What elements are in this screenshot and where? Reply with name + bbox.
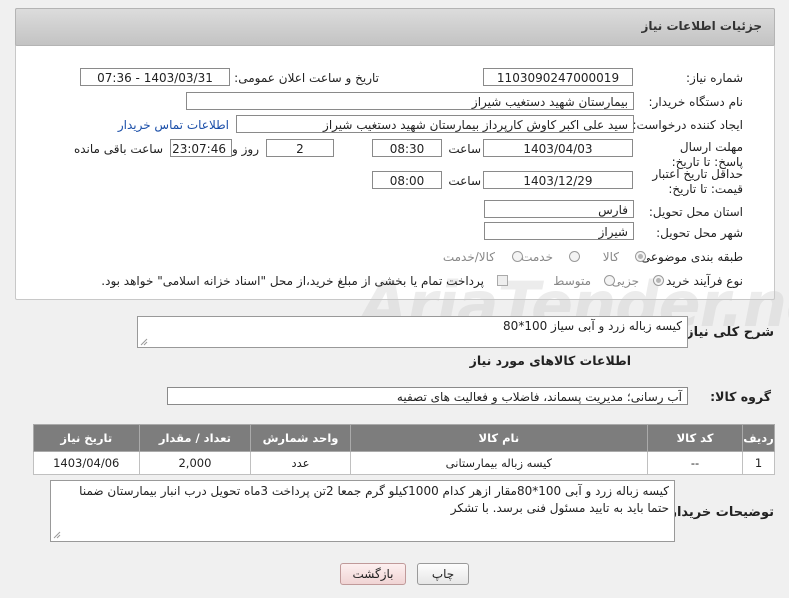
announce-label: تاریخ و ساعت اعلان عمومی: [234, 71, 379, 85]
announce-field: 1403/03/31 - 07:36 [80, 68, 230, 86]
contact-info-link[interactable]: اطلاعات تماس خریدار [118, 118, 229, 132]
province-field: فارس [484, 200, 634, 218]
category-both-radio[interactable] [512, 251, 523, 262]
goods-group-label: گروه کالا: [710, 389, 771, 404]
col-date-header: تاریخ نیاز [33, 424, 140, 452]
category-goods-label: کالا [602, 250, 619, 264]
description-label: شرح کلی نیاز: [680, 325, 774, 340]
description-textarea: کیسه زباله زرد و آبی سیاز 100*80 [137, 316, 688, 348]
cell-code: -- [647, 451, 744, 475]
resize-grip-icon[interactable] [140, 338, 148, 346]
city-label: شهر محل تحویل: [656, 226, 743, 240]
reply-time-field: 08:30 [372, 139, 442, 157]
validity-time-label: ساعت [448, 174, 481, 188]
goods-section-title: اطلاعات کالاهای مورد نیاز [469, 353, 631, 368]
buyer-notes-label: توضیحات خریدار: [664, 505, 774, 520]
purchase-medium-radio[interactable] [604, 275, 615, 286]
purchase-minor-radio[interactable] [653, 275, 664, 286]
days-field: 2 [266, 139, 334, 157]
reply-date-field: 1403/04/03 [483, 139, 633, 157]
remaining-label: ساعت باقی مانده [73, 142, 163, 156]
col-qty-header: تعداد / مقدار [138, 424, 252, 452]
treasury-payment-checkbox[interactable] [497, 275, 508, 286]
category-service-label: خدمت [521, 250, 553, 264]
print-button[interactable]: چاپ [417, 563, 469, 585]
need-number-field: 1103090247000019 [483, 68, 633, 86]
remaining-time-field: 23:07:46 [170, 139, 232, 157]
creator-label: ایجاد کننده درخواست: [632, 118, 743, 132]
need-number-label: شماره نیاز: [686, 71, 743, 85]
reply-time-label: ساعت [448, 142, 481, 156]
purchase-minor-label: جزیی [611, 274, 639, 288]
table-row: 1 -- کیسه زباله بیمارستانی عدد 2,000 140… [33, 451, 775, 475]
reply-deadline-label: مهلت ارسال پاسخ: تا تاریخ: [671, 140, 743, 169]
buyer-notes-text: کیسه زباله زرد و آبی 100*80مقار ازهر کدا… [79, 484, 669, 515]
col-code-header: کد کالا [647, 424, 744, 452]
description-text: کیسه زباله زرد و آبی سیاز 100*80 [503, 319, 682, 333]
category-label: طبقه بندی موضوعی: [636, 250, 743, 264]
col-name-header: نام کالا [349, 424, 649, 452]
validity-time-field: 08:00 [372, 171, 442, 189]
col-row-header: ردیف [742, 424, 775, 452]
buyer-notes-textarea: کیسه زباله زرد و آبی 100*80مقار ازهر کدا… [50, 480, 675, 542]
buyer-org-field: بیمارستان شهید دستغیب شیراز [186, 92, 634, 110]
validity-label: حداقل تاریخ اعتبار قیمت: تا تاریخ: [652, 167, 743, 196]
resize-grip-icon[interactable] [53, 531, 61, 539]
col-unit-header: واحد شمارش [250, 424, 351, 452]
validity-date-field: 1403/12/29 [483, 171, 633, 189]
category-goods-radio[interactable] [635, 251, 646, 262]
days-label: روز و [232, 142, 259, 156]
buyer-org-label: نام دستگاه خریدار: [648, 95, 744, 109]
category-service-radio[interactable] [569, 251, 580, 262]
panel-header: جزئیات اطلاعات نیاز [15, 8, 775, 46]
purchase-type-label: نوع فرآیند خرید : [658, 274, 743, 288]
cell-name: کیسه زباله بیمارستانی [349, 451, 649, 475]
payment-note: پرداخت تمام یا بخشی از مبلغ خرید،از محل … [101, 274, 484, 288]
cell-row: 1 [742, 451, 775, 475]
goods-group-field: آب رسانی؛ مدیریت پسماند، فاضلاب و فعالیت… [167, 387, 688, 405]
goods-table: ردیف کد کالا نام کالا واحد شمارش تعداد /… [33, 424, 775, 475]
province-label: استان محل تحویل: [648, 205, 743, 219]
panel-title: جزئیات اطلاعات نیاز [641, 19, 762, 33]
city-field: شیراز [484, 222, 634, 240]
cell-unit: عدد [250, 451, 351, 475]
cell-qty: 2,000 [138, 451, 252, 475]
purchase-medium-label: متوسط [553, 274, 591, 288]
back-button[interactable]: بازگشت [340, 563, 406, 585]
table-header-row: ردیف کد کالا نام کالا واحد شمارش تعداد /… [33, 424, 775, 452]
cell-date: 1403/04/06 [33, 451, 140, 475]
creator-field: سید علی اکبر کاوش کارپرداز بیمارستان شهی… [236, 115, 634, 133]
category-both-label: کالا/خدمت [442, 250, 495, 264]
